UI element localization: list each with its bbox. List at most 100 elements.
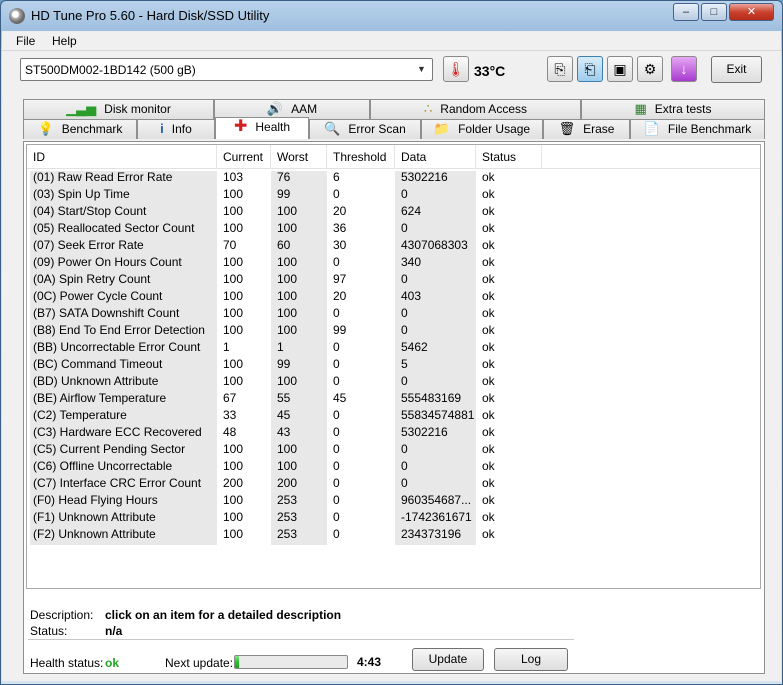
table-row[interactable]: (04) Start/Stop Count 100 100 20 624 ok bbox=[27, 203, 760, 220]
tab-erase[interactable]: 🗑 Erase bbox=[543, 119, 630, 139]
cell-id: (BD) Unknown Attribute bbox=[33, 374, 159, 388]
copy-text-button[interactable]: ⎘ bbox=[547, 56, 573, 82]
copy-image-button[interactable]: ⎗ bbox=[577, 56, 603, 82]
cell-data: 555483169 bbox=[401, 391, 462, 405]
table-row[interactable]: (C3) Hardware ECC Recovered 48 43 0 5302216 o… bbox=[27, 424, 760, 441]
table-row[interactable]: (B7) SATA Downshift Count 100 100 0 0 ok bbox=[27, 305, 760, 322]
cell-threshold: 99 bbox=[333, 323, 347, 337]
cell-data: 4307068303 bbox=[401, 238, 468, 252]
close-button[interactable]: ✕ bbox=[729, 3, 774, 21]
health-panel: ID Current Worst Threshold Data Status (… bbox=[23, 141, 765, 674]
progress-fill bbox=[235, 656, 240, 668]
title-bar[interactable]: HD Tune Pro 5.60 - Hard Disk/SSD Utility… bbox=[1, 1, 782, 31]
screenshot-camera-button[interactable]: ▣ bbox=[607, 56, 633, 82]
cell-threshold: 0 bbox=[333, 374, 340, 388]
options-button[interactable]: ⚙ bbox=[637, 56, 663, 82]
cell-id: (04) Start/Stop Count bbox=[33, 204, 147, 218]
description-value: click on an item for a detailed descript… bbox=[105, 608, 342, 622]
cell-threshold: 0 bbox=[333, 510, 340, 524]
cell-status: ok bbox=[482, 323, 495, 337]
next-update-label: Next update: bbox=[165, 656, 234, 670]
table-row[interactable]: (B8) End To End Error Detection 100 100 99 0… bbox=[27, 322, 760, 339]
tab-disk-monitor[interactable]: ▁▃▅ Disk monitor bbox=[23, 99, 214, 119]
cell-worst: 100 bbox=[277, 442, 298, 456]
cell-data: 0 bbox=[401, 374, 408, 388]
cell-id: (07) Seek Error Rate bbox=[33, 238, 144, 252]
drive-dropdown[interactable]: ST500DM002-1BD142 (500 gB) ▼ bbox=[20, 58, 433, 81]
cell-status: ok bbox=[482, 374, 495, 388]
client-area: ST500DM002-1BD142 (500 gB) ▼ 🌡 33°C ⎘ ⎗ … bbox=[2, 51, 781, 681]
cell-worst: 100 bbox=[277, 306, 298, 320]
minimize-button[interactable]: – bbox=[673, 3, 699, 21]
table-row[interactable]: (09) Power On Hours Count 100 100 0 340 ok bbox=[27, 254, 760, 271]
column-header-status[interactable]: Status bbox=[476, 145, 542, 169]
next-update-time: 4:43 bbox=[357, 655, 382, 669]
drive-dropdown-value: ST500DM002-1BD142 (500 gB) bbox=[25, 63, 196, 77]
cell-current: 100 bbox=[223, 493, 244, 507]
chevron-down-icon[interactable]: ▼ bbox=[413, 61, 430, 78]
tab-health[interactable]: ✚ Health bbox=[215, 117, 309, 139]
cell-current: 100 bbox=[223, 255, 244, 269]
table-row[interactable]: (03) Spin Up Time 100 99 0 0 ok bbox=[27, 186, 760, 203]
column-header-threshold[interactable]: Threshold bbox=[327, 145, 395, 169]
cell-worst: 100 bbox=[277, 204, 298, 218]
cell-worst: 55 bbox=[277, 391, 291, 405]
table-row[interactable]: (C7) Interface CRC Error Count 200 200 0 0 ok bbox=[27, 475, 760, 492]
table-row[interactable]: (BC) Command Timeout 100 99 0 5 ok bbox=[27, 356, 760, 373]
table-row[interactable]: (07) Seek Error Rate 70 60 30 4307068303 ok bbox=[27, 237, 760, 254]
table-row[interactable]: (01) Raw Read Error Rate 103 76 6 5302216 ok bbox=[27, 169, 760, 186]
cell-status: ok bbox=[482, 289, 495, 303]
tab-random-access[interactable]: ∴ Random Access bbox=[370, 99, 581, 119]
tab-aam[interactable]: 🔊 AAM bbox=[214, 99, 370, 119]
update-button[interactable]: Update bbox=[412, 648, 484, 671]
table-row[interactable]: (C5) Current Pending Sector 100 100 0 0 ok bbox=[27, 441, 760, 458]
tab-extra-tests[interactable]: ▦ Extra tests bbox=[581, 99, 765, 119]
exit-button[interactable]: Exit bbox=[711, 56, 762, 83]
cell-id: (F1) Unknown Attribute bbox=[33, 510, 156, 524]
cell-id: (09) Power On Hours Count bbox=[33, 255, 182, 269]
tab-info[interactable]: i Info bbox=[137, 119, 215, 139]
cell-data: 5302216 bbox=[401, 170, 448, 184]
log-button[interactable]: Log bbox=[494, 648, 568, 671]
tab-error-scan[interactable]: 🔍 Error Scan bbox=[309, 119, 421, 139]
cell-id: (BC) Command Timeout bbox=[33, 357, 163, 371]
table-row[interactable]: (BB) Uncorrectable Error Count 1 1 0 5462 ok bbox=[27, 339, 760, 356]
table-row[interactable]: (C6) Offline Uncorrectable 100 100 0 0 ok bbox=[27, 458, 760, 475]
column-header-worst[interactable]: Worst bbox=[271, 145, 327, 169]
cell-id: (F0) Head Flying Hours bbox=[33, 493, 158, 507]
speaker-icon: 🔊 bbox=[266, 101, 284, 116]
tab-folder-usage[interactable]: 📁 Folder Usage bbox=[421, 119, 543, 139]
tab-label: Benchmark bbox=[61, 122, 123, 136]
table-row[interactable]: (C2) Temperature 33 45 0 55834574881 ok bbox=[27, 407, 760, 424]
tab-benchmark[interactable]: 💡 Benchmark bbox=[23, 119, 137, 139]
cell-threshold: 0 bbox=[333, 255, 340, 269]
table-row[interactable]: (F0) Head Flying Hours 100 253 0 960354687..… bbox=[27, 492, 760, 509]
cell-worst: 100 bbox=[277, 272, 298, 286]
cell-id: (0A) Spin Retry Count bbox=[33, 272, 151, 286]
save-down-arrow-button[interactable]: ↓ bbox=[671, 56, 697, 82]
menu-help[interactable]: Help bbox=[52, 34, 77, 48]
cell-threshold: 20 bbox=[333, 289, 347, 303]
cell-worst: 76 bbox=[277, 170, 291, 184]
cell-id: (C2) Temperature bbox=[33, 408, 127, 422]
column-header-current[interactable]: Current bbox=[217, 145, 271, 169]
table-row[interactable]: (BE) Airflow Temperature 67 55 45 555483169 o… bbox=[27, 390, 760, 407]
cell-data: 5 bbox=[401, 357, 408, 371]
cell-threshold: 0 bbox=[333, 476, 340, 490]
cell-status: ok bbox=[482, 459, 495, 473]
tab-file-benchmark[interactable]: 📄 File Benchmark bbox=[630, 119, 765, 139]
grid-icon: ▦ bbox=[634, 101, 647, 116]
menu-file[interactable]: File bbox=[16, 34, 35, 48]
cell-current: 100 bbox=[223, 323, 244, 337]
table-row[interactable]: (05) Reallocated Sector Count 100 100 36 0 ok bbox=[27, 220, 760, 237]
column-header-data[interactable]: Data bbox=[395, 145, 476, 169]
table-row[interactable]: (F2) Unknown Attribute 100 253 0 234373196 ok bbox=[27, 526, 760, 543]
table-row[interactable]: (0A) Spin Retry Count 100 100 97 0 ok bbox=[27, 271, 760, 288]
column-header-id[interactable]: ID bbox=[27, 145, 217, 169]
cell-data: 0 bbox=[401, 272, 408, 286]
table-row[interactable]: (BD) Unknown Attribute 100 100 0 0 ok bbox=[27, 373, 760, 390]
maximize-button[interactable]: □ bbox=[701, 3, 727, 21]
smart-attribute-table[interactable]: ID Current Worst Threshold Data Status (… bbox=[26, 144, 761, 589]
table-row[interactable]: (F1) Unknown Attribute 100 253 0 -1742361671… bbox=[27, 509, 760, 526]
table-row[interactable]: (0C) Power Cycle Count 100 100 20 403 ok bbox=[27, 288, 760, 305]
